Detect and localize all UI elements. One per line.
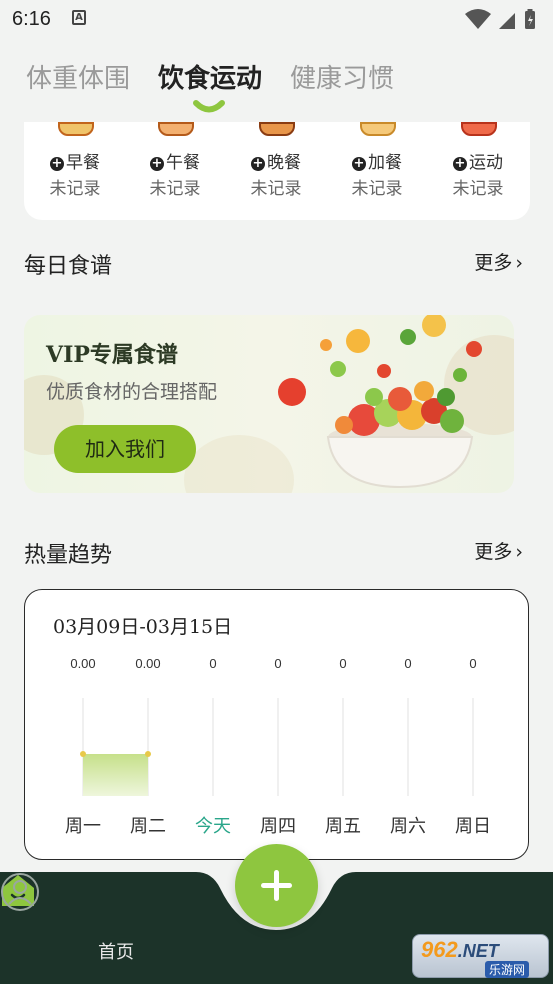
meal-snack[interactable]: + 加餐 未记录 xyxy=(332,122,422,220)
chart-area xyxy=(83,754,148,796)
tab-weight[interactable]: 体重体围 xyxy=(26,58,130,95)
chart-point xyxy=(80,751,86,757)
add-icon: + xyxy=(453,156,467,171)
chart-data-label: 0 xyxy=(404,656,411,671)
chart-data-label: 0 xyxy=(469,656,476,671)
chart-day-label: 周二 xyxy=(130,816,166,837)
home-nav-label[interactable]: 首页 xyxy=(96,938,136,964)
profile-icon[interactable] xyxy=(0,872,40,912)
vip-recipe-banner[interactable]: VIP专属食谱 优质食材的合理搭配 加入我们 xyxy=(24,315,514,493)
chevron-right-icon: › xyxy=(515,541,523,563)
chart-day-label: 周一 xyxy=(65,816,101,837)
tab-diet-exercise[interactable]: 饮食运动 xyxy=(158,58,262,95)
chart-point xyxy=(145,751,151,757)
chart-day-label: 周日 xyxy=(455,816,491,837)
add-record-button[interactable] xyxy=(235,844,318,927)
salad-bowl-image xyxy=(278,315,482,489)
wifi-icon xyxy=(465,9,491,29)
recipes-section-title: 每日食谱 xyxy=(24,254,113,279)
breakfast-icon xyxy=(58,122,94,136)
system-status-icons xyxy=(465,9,535,29)
top-tabs: 体重体围 饮食运动 健康习惯 xyxy=(0,52,553,112)
signal-icon xyxy=(499,13,515,29)
lunch-icon xyxy=(158,122,194,136)
meal-exercise[interactable]: + 运动 未记录 xyxy=(433,122,523,220)
add-icon: + xyxy=(50,156,64,171)
meal-lunch[interactable]: + 午餐 未记录 xyxy=(130,122,220,220)
recipes-more-link[interactable]: 更多 › xyxy=(474,248,523,275)
snack-icon xyxy=(360,122,396,136)
active-tab-indicator xyxy=(193,100,225,113)
chart-data-label: 0.00 xyxy=(70,656,95,671)
add-icon: + xyxy=(251,156,265,171)
status-time: 6:16 xyxy=(12,8,51,30)
meal-record-card: + 早餐 未记录 + 午餐 未记录 + 晚餐 未记录 + 加餐 未记录 + 运动 未记录 xyxy=(24,122,530,220)
chart-day-label: 周四 xyxy=(260,816,296,837)
vip-banner-subtitle: 优质食材的合理搭配 xyxy=(46,381,218,403)
vip-banner-title: VIP专属食谱 xyxy=(46,342,178,368)
meal-dinner[interactable]: + 晚餐 未记录 xyxy=(231,122,321,220)
chart-data-label: 0 xyxy=(339,656,346,671)
chart-data-label: 0 xyxy=(274,656,281,671)
meal-breakfast[interactable]: + 早餐 未记录 xyxy=(30,122,120,220)
exercise-icon xyxy=(461,122,497,136)
trend-more-link[interactable]: 更多 › xyxy=(474,537,523,564)
chart-data-label: 0 xyxy=(209,656,216,671)
watermark-logo: 962.NET 乐游网 xyxy=(412,934,549,978)
chart-data-label: 0.00 xyxy=(135,656,160,671)
calorie-trend-card: 03月09日-03月15日 0.00 0.00 0 0 0 0 0 周一 周二 今天 周四 周五 周六周… xyxy=(24,589,529,860)
add-icon: + xyxy=(352,156,366,171)
notification-icon: A xyxy=(72,10,86,25)
calorie-trend-chart: 0.00 0.00 0 0 0 0 0 周一 周二 今天 周四 周五 周六 周日 xyxy=(65,656,491,837)
chart-day-label: 周五 xyxy=(325,816,361,837)
dinner-icon xyxy=(259,122,295,136)
chart-day-label: 周六 xyxy=(390,816,426,837)
tab-habits[interactable]: 健康习惯 xyxy=(290,58,394,95)
chevron-right-icon: › xyxy=(515,252,523,274)
status-bar: 6:16 A xyxy=(0,0,553,40)
join-button[interactable]: 加入我们 xyxy=(54,425,196,473)
chart-day-label: 今天 xyxy=(195,816,231,837)
trend-section-title: 热量趋势 xyxy=(24,543,113,568)
add-icon: + xyxy=(150,156,164,171)
